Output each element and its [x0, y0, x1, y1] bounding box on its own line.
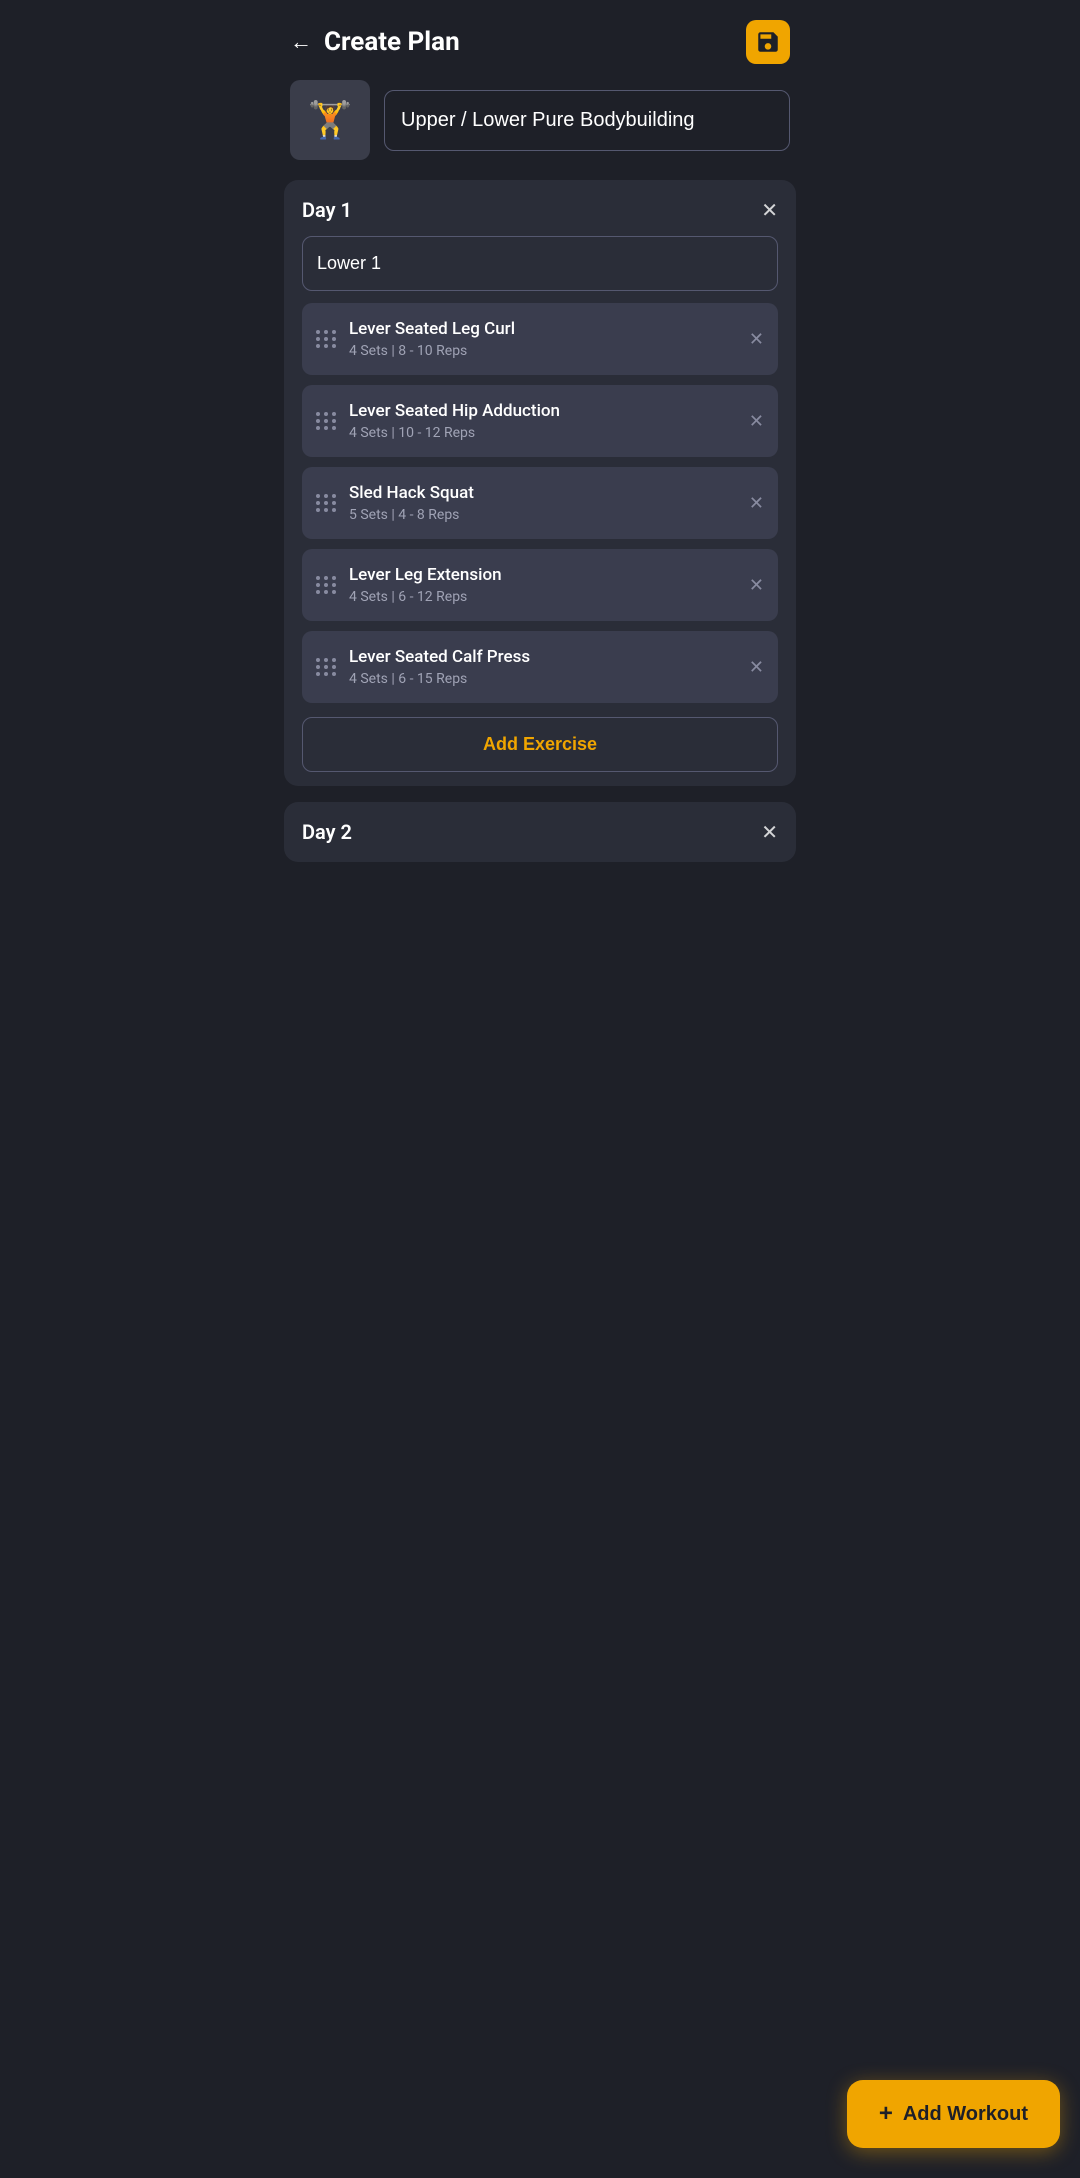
exercise-name: Sled Hack Squat: [349, 483, 737, 503]
header-left: ← Create Plan: [290, 27, 460, 57]
drag-dot: [332, 419, 336, 423]
day2-header: Day 2 ✕: [302, 820, 778, 844]
drag-handle[interactable]: [316, 658, 337, 676]
drag-dot: [324, 419, 328, 423]
drag-dot: [332, 501, 336, 505]
exercise-details: 4 Sets | 6 - 15 Reps: [349, 671, 737, 687]
drag-handle[interactable]: [316, 412, 337, 430]
exercise-name: Lever Seated Calf Press: [349, 647, 737, 667]
drag-dot: [324, 672, 328, 676]
day1-card: Day 1 ✕ Lever Seated Leg Curl 4 Sets | 8…: [284, 180, 796, 786]
drag-dot: [332, 494, 336, 498]
exercise-info: Lever Seated Hip Adduction 4 Sets | 10 -…: [349, 401, 737, 441]
save-icon: [755, 29, 781, 55]
drag-dot: [324, 412, 328, 416]
plan-name-input[interactable]: [384, 90, 790, 151]
drag-dot: [324, 426, 328, 430]
exercise-info: Lever Seated Leg Curl 4 Sets | 8 - 10 Re…: [349, 319, 737, 359]
drag-dot: [332, 665, 336, 669]
drag-dot: [332, 330, 336, 334]
exercise-name: Lever Seated Hip Adduction: [349, 401, 737, 421]
exercise-remove-button[interactable]: ✕: [749, 575, 764, 596]
drag-dot: [324, 576, 328, 580]
back-button[interactable]: ←: [290, 29, 312, 55]
drag-dot: [332, 508, 336, 512]
drag-dot: [316, 344, 320, 348]
add-workout-button[interactable]: + Add Workout: [847, 2080, 1060, 2148]
drag-dot: [324, 508, 328, 512]
drag-dot: [332, 412, 336, 416]
drag-dot: [324, 665, 328, 669]
drag-dot: [332, 426, 336, 430]
exercise-name: Lever Seated Leg Curl: [349, 319, 737, 339]
drag-handle[interactable]: [316, 494, 337, 512]
add-exercise-button[interactable]: Add Exercise: [302, 717, 778, 772]
plan-header: [270, 80, 810, 180]
day2-card: Day 2 ✕: [284, 802, 796, 862]
exercise-info: Sled Hack Squat 5 Sets | 4 - 8 Reps: [349, 483, 737, 523]
day1-remove-button[interactable]: ✕: [761, 198, 778, 222]
exercise-details: 5 Sets | 4 - 8 Reps: [349, 507, 737, 523]
drag-dot: [316, 508, 320, 512]
exercise-remove-button[interactable]: ✕: [749, 411, 764, 432]
header: ← Create Plan: [270, 0, 810, 80]
add-workout-label: Add Workout: [903, 2103, 1028, 2126]
exercise-info: Lever Seated Calf Press 4 Sets | 6 - 15 …: [349, 647, 737, 687]
drag-dot: [324, 583, 328, 587]
exercise-item: Lever Leg Extension 4 Sets | 6 - 12 Reps…: [302, 549, 778, 621]
exercise-details: 4 Sets | 6 - 12 Reps: [349, 589, 737, 605]
drag-dot: [316, 501, 320, 505]
drag-dot: [324, 501, 328, 505]
drag-dot: [316, 330, 320, 334]
plan-image[interactable]: [290, 80, 370, 160]
drag-handle[interactable]: [316, 576, 337, 594]
drag-dot: [316, 590, 320, 594]
drag-dot: [324, 494, 328, 498]
drag-dot: [316, 665, 320, 669]
drag-dot: [332, 576, 336, 580]
exercise-item: Lever Seated Calf Press 4 Sets | 6 - 15 …: [302, 631, 778, 703]
drag-dot: [332, 590, 336, 594]
exercise-item: Lever Seated Leg Curl 4 Sets | 8 - 10 Re…: [302, 303, 778, 375]
save-button[interactable]: [746, 20, 790, 64]
drag-dot: [316, 412, 320, 416]
exercise-details: 4 Sets | 10 - 12 Reps: [349, 425, 737, 441]
drag-dot: [316, 576, 320, 580]
drag-dot: [324, 337, 328, 341]
drag-dot: [316, 583, 320, 587]
exercise-name: Lever Leg Extension: [349, 565, 737, 585]
exercise-info: Lever Leg Extension 4 Sets | 6 - 12 Reps: [349, 565, 737, 605]
day1-header: Day 1 ✕: [302, 198, 778, 222]
drag-dot: [316, 419, 320, 423]
drag-dot: [332, 344, 336, 348]
page-title: Create Plan: [324, 27, 460, 57]
exercise-item: Sled Hack Squat 5 Sets | 4 - 8 Reps ✕: [302, 467, 778, 539]
drag-dot: [324, 330, 328, 334]
day2-remove-button[interactable]: ✕: [761, 820, 778, 844]
drag-dot: [324, 590, 328, 594]
drag-dot: [332, 337, 336, 341]
drag-dot: [316, 494, 320, 498]
exercise-remove-button[interactable]: ✕: [749, 493, 764, 514]
plus-icon: +: [879, 2100, 893, 2128]
drag-dot: [316, 672, 320, 676]
day1-workout-name-input[interactable]: [302, 236, 778, 291]
drag-dot: [316, 337, 320, 341]
drag-dot: [324, 658, 328, 662]
day1-title: Day 1: [302, 198, 352, 222]
exercise-remove-button[interactable]: ✕: [749, 329, 764, 350]
drag-dot: [332, 672, 336, 676]
day2-title: Day 2: [302, 820, 352, 844]
exercise-remove-button[interactable]: ✕: [749, 657, 764, 678]
drag-dot: [332, 658, 336, 662]
exercise-item: Lever Seated Hip Adduction 4 Sets | 10 -…: [302, 385, 778, 457]
drag-dot: [332, 583, 336, 587]
drag-dot: [316, 426, 320, 430]
drag-dot: [324, 344, 328, 348]
exercise-details: 4 Sets | 8 - 10 Reps: [349, 343, 737, 359]
drag-handle[interactable]: [316, 330, 337, 348]
drag-dot: [316, 658, 320, 662]
